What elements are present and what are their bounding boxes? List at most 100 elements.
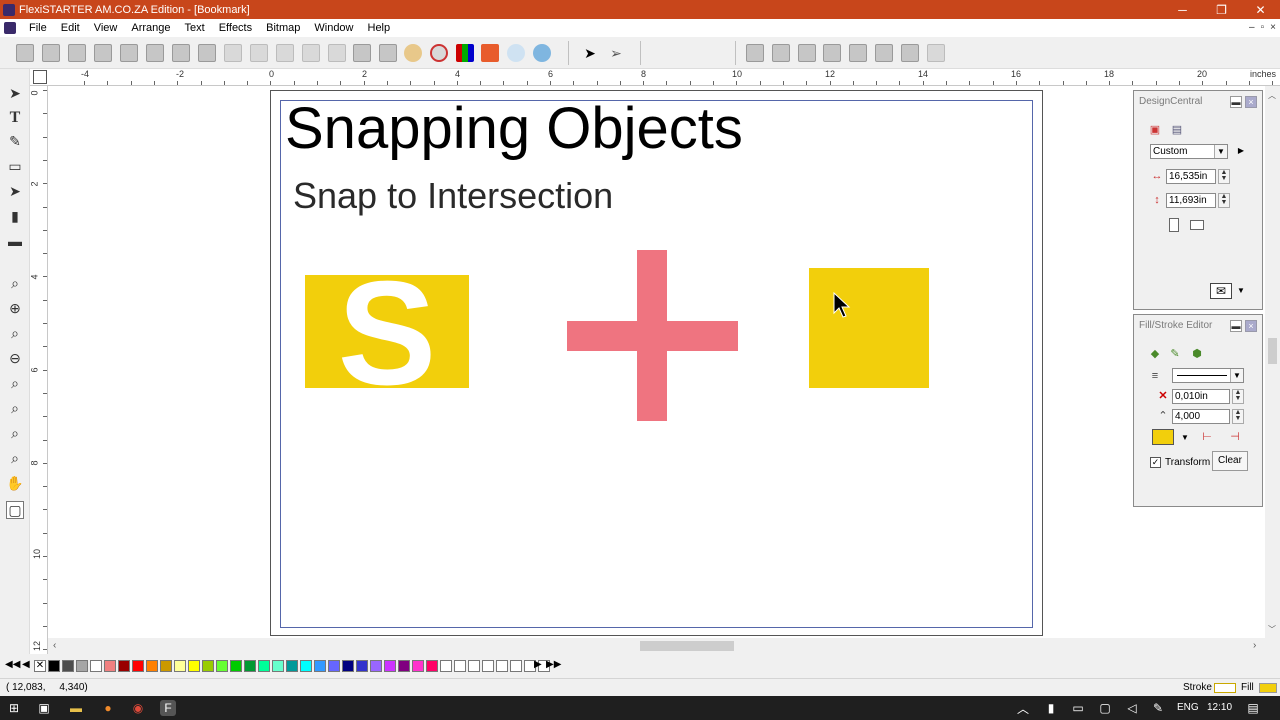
- miter-field[interactable]: 4,000: [1172, 409, 1230, 424]
- chevron-right-icon[interactable]: ▶: [1234, 144, 1248, 158]
- vertical-scrollbar[interactable]: ︿ ﹀: [1265, 86, 1280, 638]
- menu-effects[interactable]: Effects: [212, 19, 259, 37]
- color-swatch[interactable]: [48, 660, 60, 672]
- width-stepper[interactable]: ▲ ▼: [1218, 169, 1230, 184]
- vertical-scroll-thumb[interactable]: [1268, 338, 1277, 364]
- color-swatch[interactable]: [132, 660, 144, 672]
- color-swatch[interactable]: [244, 660, 256, 672]
- clock[interactable]: 12:10: [1207, 702, 1232, 713]
- stroke-end-icon[interactable]: ⊣: [1228, 430, 1242, 444]
- zoom-previous-icon[interactable]: ⌕: [6, 449, 24, 467]
- pink-cross-horizontal[interactable]: [567, 321, 738, 351]
- color-swatch[interactable]: [188, 660, 200, 672]
- redo-icon[interactable]: [328, 44, 346, 62]
- zoom-page-icon[interactable]: ⌕: [6, 399, 24, 417]
- task-view-icon[interactable]: ▣: [36, 700, 52, 716]
- palette-icon[interactable]: [404, 44, 422, 62]
- pen-icon[interactable]: ✎: [1150, 700, 1166, 716]
- save-all-icon[interactable]: [94, 44, 112, 62]
- empty-swatch[interactable]: [440, 660, 452, 672]
- color-swatch[interactable]: [272, 660, 284, 672]
- palette-last-icon[interactable]: ▶▶: [546, 659, 561, 670]
- chrome-icon[interactable]: ◉: [130, 700, 146, 716]
- stroke-width-field[interactable]: 0,010in: [1172, 389, 1230, 404]
- s-letter[interactable]: S: [338, 251, 437, 416]
- panel-close-button[interactable]: ×: [1245, 96, 1257, 108]
- doc-minimize-button[interactable]: –: [1249, 19, 1255, 37]
- stroke-pen-icon[interactable]: ✎: [1168, 347, 1182, 361]
- node-tool-icon[interactable]: ➤: [6, 182, 24, 200]
- color-swatch[interactable]: [258, 660, 270, 672]
- scroll-left-icon[interactable]: ‹: [53, 640, 56, 651]
- color-swatch[interactable]: [160, 660, 172, 672]
- import-icon[interactable]: [172, 44, 190, 62]
- color-swatch[interactable]: [202, 660, 214, 672]
- document-icon[interactable]: [4, 22, 16, 34]
- export-icon[interactable]: [198, 44, 216, 62]
- page-layout-icon[interactable]: ▤: [1170, 123, 1184, 137]
- close-button[interactable]: ✕: [1241, 0, 1280, 19]
- horizontal-scroll-thumb[interactable]: [640, 641, 734, 651]
- palette-first-icon[interactable]: ◀◀: [5, 659, 20, 670]
- scroll-up-icon[interactable]: ︿: [1268, 90, 1276, 101]
- shape-tool-icon[interactable]: ✎: [6, 132, 24, 150]
- snap-guides-icon[interactable]: [772, 44, 790, 62]
- panel-close-button[interactable]: ×: [1245, 320, 1257, 332]
- color-swatch[interactable]: [370, 660, 382, 672]
- select-tool-icon[interactable]: ➤: [6, 84, 24, 102]
- menu-file[interactable]: File: [22, 19, 54, 37]
- save-icon[interactable]: [68, 44, 86, 62]
- snap-midpoint-icon[interactable]: [849, 44, 867, 62]
- clear-button[interactable]: Clear: [1212, 451, 1248, 471]
- notifications-icon[interactable]: ▤: [1245, 700, 1261, 716]
- shadow-icon[interactable]: ⬢: [1190, 347, 1204, 361]
- empty-swatch[interactable]: [468, 660, 480, 672]
- page-height-field[interactable]: 11,693in: [1166, 193, 1216, 208]
- color-swatch[interactable]: [76, 660, 88, 672]
- snap-center-icon[interactable]: [875, 44, 893, 62]
- color-swatch[interactable]: [384, 660, 396, 672]
- color-swatch[interactable]: [216, 660, 228, 672]
- stroke-width-stepper[interactable]: ▲ ▼: [1232, 389, 1244, 404]
- page-size-select[interactable]: Custom ▼: [1150, 144, 1228, 159]
- maximize-button[interactable]: ❐: [1202, 0, 1241, 19]
- color-swatch[interactable]: [174, 660, 186, 672]
- zoom-selected-icon[interactable]: ⌕: [6, 374, 24, 392]
- snap-grid-icon[interactable]: [746, 44, 764, 62]
- flexi-app-icon[interactable]: F: [160, 700, 176, 716]
- scroll-right-icon[interactable]: ›: [1253, 640, 1256, 651]
- color-swatch[interactable]: [118, 660, 130, 672]
- pan-hand-icon[interactable]: ✋: [6, 474, 24, 492]
- color-swatch[interactable]: [146, 660, 158, 672]
- language-indicator[interactable]: ENG: [1177, 702, 1199, 713]
- fill-bucket-icon[interactable]: ◆: [1148, 347, 1162, 361]
- miter-stepper[interactable]: ▲ ▼: [1232, 409, 1244, 424]
- paste-icon[interactable]: [276, 44, 294, 62]
- line-style-select[interactable]: ▼: [1172, 368, 1244, 383]
- tray-chevron-icon[interactable]: ︿: [1015, 700, 1031, 716]
- menu-text[interactable]: Text: [178, 19, 212, 37]
- snap-points-icon[interactable]: [823, 44, 841, 62]
- color-swatch[interactable]: [342, 660, 354, 672]
- menu-edit[interactable]: Edit: [54, 19, 87, 37]
- swatch-library-icon[interactable]: [456, 44, 474, 62]
- yellow-square[interactable]: [809, 268, 929, 388]
- snap-intersection-icon[interactable]: [798, 44, 816, 62]
- fill-tool-icon[interactable]: ▮: [6, 207, 24, 225]
- height-stepper[interactable]: ▲ ▼: [1218, 193, 1230, 208]
- menu-help[interactable]: Help: [361, 19, 398, 37]
- color-swatch[interactable]: [300, 660, 312, 672]
- menu-bitmap[interactable]: Bitmap: [259, 19, 307, 37]
- minimize-button[interactable]: ─: [1163, 0, 1202, 19]
- text-tool-icon[interactable]: T: [6, 109, 24, 127]
- cut-icon[interactable]: [224, 44, 242, 62]
- stroke-start-icon[interactable]: ⊢: [1200, 430, 1214, 444]
- panel-minimize-button[interactable]: ▬: [1230, 96, 1242, 108]
- job-icon[interactable]: [353, 44, 371, 62]
- color-swatch[interactable]: [314, 660, 326, 672]
- color-picker-icon[interactable]: [430, 44, 448, 62]
- panel-minimize-button[interactable]: ▬: [1230, 320, 1242, 332]
- color-swatch[interactable]: [412, 660, 424, 672]
- close-doc-icon[interactable]: [120, 44, 138, 62]
- chevron-down-icon[interactable]: ▼: [1178, 431, 1192, 445]
